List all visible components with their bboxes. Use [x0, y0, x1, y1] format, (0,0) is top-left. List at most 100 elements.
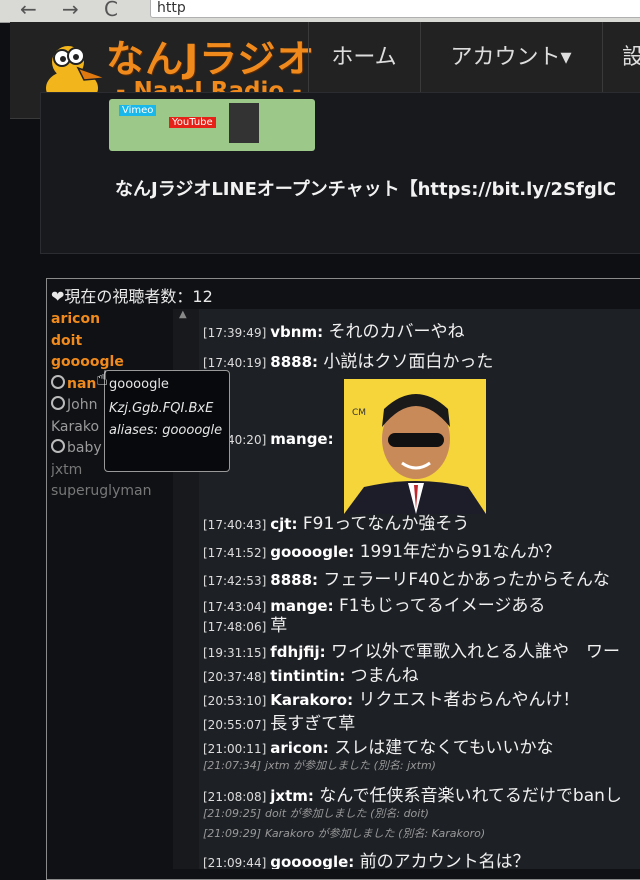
- chat-message: [17:41:52] goooogle: 1991年だから91なんか？: [203, 537, 561, 562]
- message-timestamp: [21:07:34]: [203, 759, 261, 772]
- banner-figure: [229, 103, 259, 143]
- viewer-list-item[interactable]: aricon: [51, 309, 173, 331]
- message-author[interactable]: vbnm:: [270, 323, 323, 341]
- hand-cursor-icon: ☝: [96, 366, 109, 390]
- viewer-name: jxtm: [51, 461, 83, 478]
- message-timestamp: [20:37:48]: [203, 670, 267, 684]
- message-timestamp: [20:55:07]: [203, 718, 267, 732]
- viewer-name: Karako: [51, 418, 100, 435]
- address-bar[interactable]: http: [150, 0, 640, 18]
- chat-message: [21:08:08] jxtm: なんで任侠系音楽いれてるだけでbanし: [203, 781, 622, 806]
- message-timestamp: [17:40:19]: [203, 356, 267, 370]
- vimeo-logo: Vimeo: [119, 105, 157, 116]
- message-author[interactable]: goooogle:: [270, 853, 354, 869]
- message-text: doit が参加しました (別名: doit): [265, 807, 429, 820]
- system-message: [21:07:34] jxtm が参加しました (別名: jxtm): [203, 757, 436, 773]
- chat-message: [17:42:53] 8888: フェラーリF40とかあったからそんな: [203, 565, 610, 590]
- message-text: F91ってなんか強そう: [302, 514, 470, 534]
- chat-message: [17:48:06] 草: [203, 611, 287, 636]
- posted-image[interactable]: CM: [344, 379, 486, 514]
- viewer-name: John: [67, 397, 98, 413]
- browser-toolbar: ← → C http: [0, 0, 640, 23]
- idle-clock-icon: [51, 374, 65, 389]
- message-text: 前のアカウント名は？: [359, 852, 530, 869]
- tooltip-aliases: aliases: goooogle: [109, 423, 223, 438]
- message-timestamp: [19:31:15]: [203, 646, 267, 660]
- viewer-name: aricon: [51, 311, 101, 327]
- logo-title-jp: なんJラジオ: [106, 37, 316, 81]
- system-message: [21:09:29] Karakoro が参加しました (別名: Karakoro…: [203, 825, 485, 841]
- viewer-name: doit: [51, 332, 83, 349]
- chat-log: CM [17:39:49] vbnm: それのカバーやね [17:40:19] 888…: [199, 309, 640, 869]
- message-author[interactable]: fdhjfij:: [270, 643, 325, 661]
- message-text: jxtm が参加しました (別名: jxtm): [265, 759, 436, 772]
- message-timestamp: [17:48:06]: [203, 620, 267, 634]
- scroll-up-icon[interactable]: ▲: [179, 309, 187, 320]
- message-text: つまんね: [350, 666, 419, 686]
- chat-message: [17:39:49] vbnm: それのカバーやね: [203, 317, 465, 342]
- message-text: F1もじってるイメージある: [339, 596, 546, 616]
- chat-message: [21:00:11] aricon: スレは建てなくてもいいかな: [203, 733, 554, 758]
- chat-panel: ❤現在の視聴者数：12 aricon doit goooogle nan John Kar…: [46, 278, 640, 880]
- chat-message: [17:40:19] 8888: 小説はクソ面白かった: [203, 347, 493, 372]
- message-text: Karakoro が参加しました (別名: Karakoro): [265, 827, 486, 840]
- chat-message: [20:37:48] tintintin: つまんね: [203, 661, 419, 686]
- system-message: [21:09:25] doit が参加しました (別名: doit): [203, 805, 429, 821]
- message-timestamp: [21:09:25]: [203, 807, 261, 820]
- viewer-list-item[interactable]: superuglyman: [51, 481, 173, 503]
- back-icon[interactable]: ←: [20, 0, 37, 21]
- line-openchat-link[interactable]: なんJラジオLINEオープンチャット【https://bit.ly/2SfglC: [115, 175, 616, 201]
- message-timestamp: [17:41:52]: [203, 546, 267, 560]
- message-timestamp: [20:53:10]: [203, 694, 267, 708]
- chat-message: [19:31:15] fdhjfij: ワイ以外で軍歌入れとる人誰や ワー: [203, 637, 620, 662]
- viewer-name: baby: [67, 440, 102, 456]
- message-timestamp: [21:08:08]: [203, 790, 267, 804]
- idle-clock-icon: [51, 439, 65, 453]
- chat-message: [21:09:44] goooogle: 前のアカウント名は？: [203, 847, 530, 869]
- message-text: 1991年だから91なんか？: [359, 542, 561, 562]
- message-author[interactable]: cjt:: [270, 515, 297, 533]
- man-portrait-icon: CM: [344, 379, 486, 514]
- message-author[interactable]: mange:: [270, 430, 333, 448]
- youtube-logo: YouTube: [169, 117, 216, 128]
- message-timestamp: [21:09:29]: [203, 827, 261, 840]
- message-author[interactable]: Karakoro:: [270, 691, 353, 709]
- svg-text:CM: CM: [352, 408, 366, 418]
- viewer-name: goooogle: [51, 354, 124, 370]
- message-timestamp: [17:39:49]: [203, 326, 267, 340]
- message-author[interactable]: goooogle:: [270, 543, 354, 561]
- viewer-name: superuglyman: [51, 483, 152, 499]
- reload-icon[interactable]: C: [104, 0, 118, 21]
- message-text: 小説はクソ面白かった: [323, 352, 494, 372]
- message-timestamp: [21:00:11]: [203, 742, 267, 756]
- message-timestamp: [17:40:43]: [203, 518, 267, 532]
- message-text: リクエスト者おらんやんけ！: [358, 690, 580, 710]
- chat-message: [20:55:07] 長すぎて草: [203, 709, 355, 734]
- banner-image[interactable]: Vimeo YouTube: [109, 99, 315, 151]
- message-author[interactable]: tintintin:: [270, 667, 345, 685]
- message-text: なんで任侠系音楽いれてるだけでbanし: [319, 786, 622, 806]
- forward-icon[interactable]: →: [62, 0, 79, 21]
- announcement-banner: Vimeo YouTube なんJラジオLINEオープンチャット【https:/…: [40, 92, 640, 254]
- message-author[interactable]: 8888:: [270, 571, 318, 589]
- viewer-name: nan: [67, 375, 97, 392]
- chat-message: [17:40:43] cjt: F91ってなんか強そう: [203, 509, 469, 534]
- viewer-list-item[interactable]: doit: [51, 331, 173, 353]
- message-text: スレは建てなくてもいいかな: [334, 738, 554, 758]
- viewer-count-header: ❤現在の視聴者数：12: [51, 287, 213, 306]
- message-text: 草: [270, 616, 288, 636]
- idle-clock-icon: [51, 396, 65, 410]
- message-text: それのカバーやね: [328, 322, 465, 342]
- message-timestamp: [21:09:44]: [203, 856, 267, 869]
- message-timestamp: [17:42:53]: [203, 574, 267, 588]
- chat-message: [20:53:10] Karakoro: リクエスト者おらんやんけ！: [203, 685, 580, 710]
- message-text: ワイ以外で軍歌入れとる人誰や ワー: [331, 642, 621, 662]
- tooltip-username: goooogle: [109, 377, 169, 392]
- message-author[interactable]: aricon:: [270, 739, 329, 757]
- message-author[interactable]: 8888:: [270, 353, 318, 371]
- message-text: 長すぎて草: [270, 714, 356, 734]
- message-author[interactable]: jxtm:: [270, 787, 314, 805]
- user-hover-tooltip: goooogle Kzj.Ggb.FQI.BxE aliases: goooog…: [104, 370, 230, 472]
- message-text: フェラーリF40とかあったからそんな: [323, 570, 610, 590]
- tooltip-user-id: Kzj.Ggb.FQI.BxE: [109, 401, 214, 416]
